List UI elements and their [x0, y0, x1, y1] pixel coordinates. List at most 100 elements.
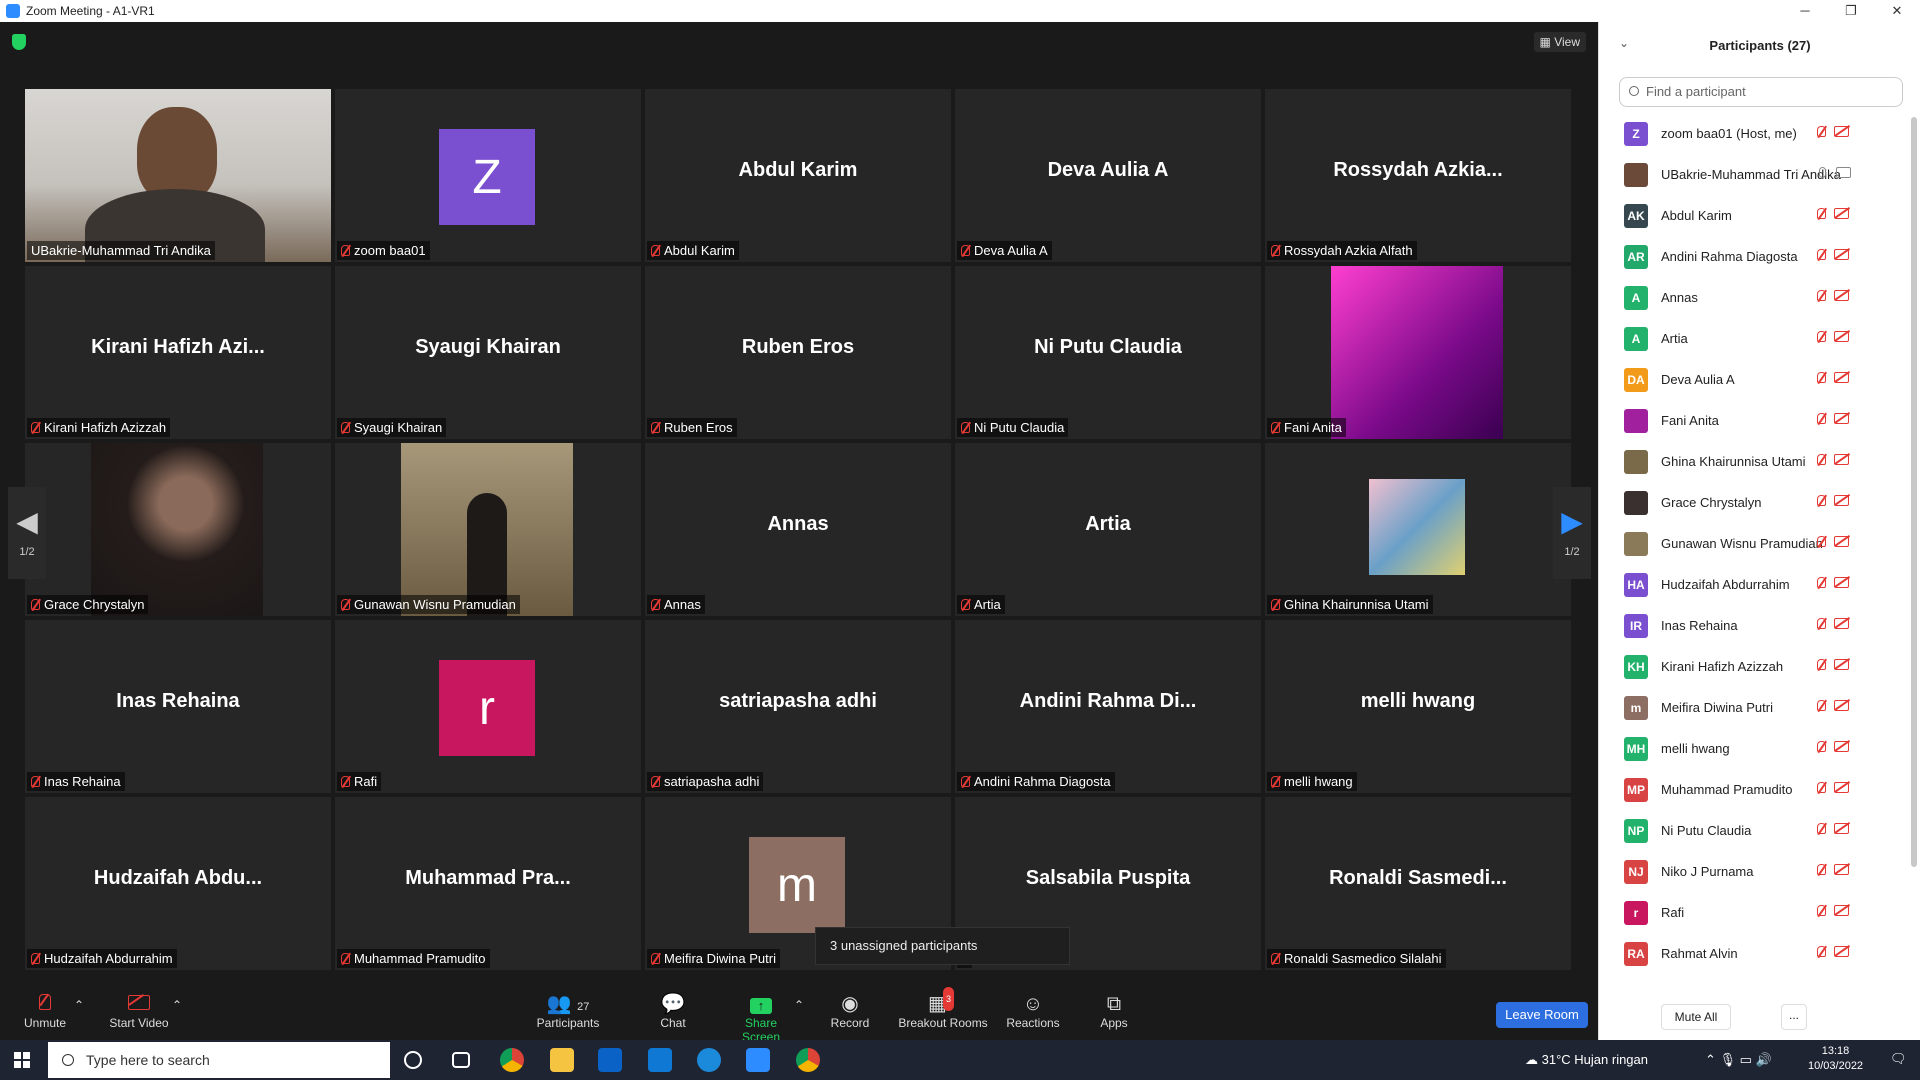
leave-room-button[interactable]: Leave Room	[1496, 1002, 1588, 1028]
participant-row[interactable]: IR Inas Rehaina	[1599, 606, 1909, 647]
video-tile[interactable]: Inas Rehaina Inas Rehaina	[25, 620, 331, 793]
mail-icon[interactable]	[648, 1048, 672, 1072]
avatar: m	[1624, 696, 1648, 720]
share-options-caret[interactable]: ⌃	[792, 998, 806, 1012]
cortana-icon[interactable]	[404, 1051, 422, 1069]
file-explorer-icon[interactable]	[550, 1048, 574, 1072]
participant-row[interactable]: Ghina Khairunnisa Utami	[1599, 442, 1909, 483]
video-tile[interactable]: Gunawan Wisnu Pramudian	[335, 443, 641, 616]
view-button[interactable]: ▦ View	[1533, 32, 1586, 52]
video-off-icon	[1834, 782, 1849, 793]
participant-row[interactable]: A Artia	[1599, 319, 1909, 360]
minimize-button[interactable]: ─	[1782, 0, 1828, 22]
clock[interactable]: 13:18 10/03/2022	[1808, 1044, 1863, 1074]
participant-row[interactable]: Gunawan Wisnu Pramudian	[1599, 524, 1909, 565]
participant-row[interactable]: AK Abdul Karim	[1599, 196, 1909, 237]
teamviewer-icon[interactable]	[697, 1048, 721, 1072]
participant-row[interactable]: A Annas	[1599, 278, 1909, 319]
chat-button[interactable]: 💬 Chat	[655, 992, 691, 1030]
participant-row[interactable]: AR Andini Rahma Diagosta	[1599, 237, 1909, 278]
unmute-button[interactable]: Unmute	[20, 992, 70, 1030]
participant-status-icons	[1817, 864, 1849, 875]
reactions-button[interactable]: ☺ Reactions	[1005, 992, 1061, 1030]
avatar: IR	[1624, 614, 1648, 638]
avatar: AR	[1624, 245, 1648, 269]
participant-status-icons	[1817, 495, 1849, 506]
participant-row[interactable]: MP Muhammad Pramudito	[1599, 770, 1909, 811]
participant-row[interactable]: UBakrie-Muhammad Tri Andika	[1599, 155, 1909, 196]
video-tile[interactable]: Hudzaifah Abdu... Hudzaifah Abdurrahim	[25, 797, 331, 970]
participant-row[interactable]: NP Ni Putu Claudia	[1599, 811, 1909, 852]
participant-row[interactable]: MH melli hwang	[1599, 729, 1909, 770]
close-button[interactable]: ✕	[1874, 0, 1920, 22]
video-tile[interactable]: Deva Aulia A Deva Aulia A	[955, 89, 1261, 262]
video-tile[interactable]: Syaugi Khairan Syaugi Khairan	[335, 266, 641, 439]
participant-row[interactable]: m Meifira Diwina Putri	[1599, 688, 1909, 729]
video-tile[interactable]: Ni Putu Claudia Ni Putu Claudia	[955, 266, 1261, 439]
window-controls: ─ ❐ ✕	[1782, 0, 1920, 22]
maximize-button[interactable]: ❐	[1828, 0, 1874, 22]
video-tile[interactable]: UBakrie-Muhammad Tri Andika	[25, 89, 331, 262]
tile-nameplate: Meifira Diwina Putri	[647, 949, 780, 968]
next-page-button[interactable]: ▶ 1/2	[1553, 487, 1591, 579]
notifications-icon[interactable]: 🗨	[1890, 1051, 1907, 1067]
share-screen-button[interactable]: ↑ Share Screen	[725, 992, 797, 1044]
video-tile[interactable]: Kirani Hafizh Azi... Kirani Hafizh Azizza…	[25, 266, 331, 439]
apps-button[interactable]: ⧉ Apps	[1098, 992, 1130, 1030]
video-options-caret[interactable]: ⌃	[170, 998, 184, 1012]
participant-row[interactable]: Grace Chrystalyn	[1599, 483, 1909, 524]
tray-icons[interactable]: ⌃ 🎙 ▭ 🔊	[1705, 1052, 1772, 1068]
start-video-button[interactable]: Start Video	[104, 992, 174, 1030]
task-view-icon[interactable]	[452, 1052, 470, 1068]
video-tile[interactable]: Ronaldi Sasmedi... Ronaldi Sasmedico Sila…	[1265, 797, 1571, 970]
tile-center-name: Abdul Karim	[738, 159, 858, 181]
participant-row[interactable]: KH Kirani Hafizh Azizzah	[1599, 647, 1909, 688]
video-tile[interactable]: Artia Artia	[955, 443, 1261, 616]
record-button[interactable]: ◉ Record	[830, 992, 870, 1030]
chrome-icon[interactable]	[500, 1048, 524, 1072]
video-tile[interactable]: r Rafi	[335, 620, 641, 793]
prev-page-button[interactable]: ◀ 1/2	[8, 487, 46, 579]
video-tile[interactable]: Andini Rahma Di... Andini Rahma Diagosta	[955, 620, 1261, 793]
video-tile[interactable]: melli hwang melli hwang	[1265, 620, 1571, 793]
participant-row[interactable]: NJ Niko J Purnama	[1599, 852, 1909, 893]
video-tile[interactable]: Grace Chrystalyn	[25, 443, 331, 616]
video-off-icon	[104, 992, 174, 1016]
participant-row[interactable]: DA Deva Aulia A	[1599, 360, 1909, 401]
video-tile[interactable]: satriapasha adhi satriapasha adhi	[645, 620, 951, 793]
participant-row[interactable]: Zzoom baa01 (Host, me)	[1599, 114, 1909, 155]
video-tile[interactable]: Abdul Karim Abdul Karim	[645, 89, 951, 262]
video-tile[interactable]: Muhammad Pra... Muhammad Pramudito	[335, 797, 641, 970]
store-icon[interactable]	[598, 1048, 622, 1072]
window-title: Zoom Meeting - A1-VR1	[26, 4, 155, 18]
participant-list-scrollbar[interactable]	[1911, 117, 1917, 867]
more-options-button[interactable]: ...	[1781, 1004, 1807, 1030]
shield-icon[interactable]	[12, 34, 26, 50]
windows-start-button[interactable]	[14, 1052, 30, 1068]
weather-widget[interactable]: ☁ 31°C Hujan ringan	[1525, 1052, 1648, 1068]
video-tile[interactable]: Ruben Eros Ruben Eros	[645, 266, 951, 439]
participant-name: Rahmat Alvin	[1661, 946, 1738, 961]
video-tile[interactable]: Zzoom baa01	[335, 89, 641, 262]
tile-nameplate: Grace Chrystalyn	[27, 595, 149, 614]
mute-all-button[interactable]: Mute All	[1661, 1004, 1731, 1030]
participants-button[interactable]: 👥 27 Participants	[535, 992, 601, 1030]
video-tile[interactable]: Fani Anita	[1265, 266, 1571, 439]
participant-row[interactable]: r Rafi	[1599, 893, 1909, 934]
video-tile[interactable]: Ghina Khairunnisa Utami	[1265, 443, 1571, 616]
tile-center-name: Salsabila Puspita	[1025, 867, 1191, 889]
participant-row[interactable]: RA Rahmat Alvin	[1599, 934, 1909, 975]
video-tile[interactable]: Rossydah Azkia... Rossydah Azkia Alfath	[1265, 89, 1571, 262]
participant-row[interactable]: Fani Anita	[1599, 401, 1909, 442]
chrome-profile-icon[interactable]	[796, 1048, 820, 1072]
audio-options-caret[interactable]: ⌃	[72, 998, 86, 1012]
mic-off-icon	[341, 422, 350, 433]
video-tile[interactable]: Annas Annas	[645, 443, 951, 616]
taskbar-search-input[interactable]: Type here to search	[48, 1042, 390, 1078]
participant-row[interactable]: HA Hudzaifah Abdurrahim	[1599, 565, 1909, 606]
participant-search-input[interactable]: Find a participant	[1619, 77, 1903, 107]
breakout-rooms-button[interactable]: ▦3 Breakout Rooms	[898, 987, 988, 1030]
zoom-icon[interactable]	[746, 1048, 770, 1072]
mic-off-icon	[341, 599, 350, 610]
mic-off-icon	[961, 245, 970, 256]
